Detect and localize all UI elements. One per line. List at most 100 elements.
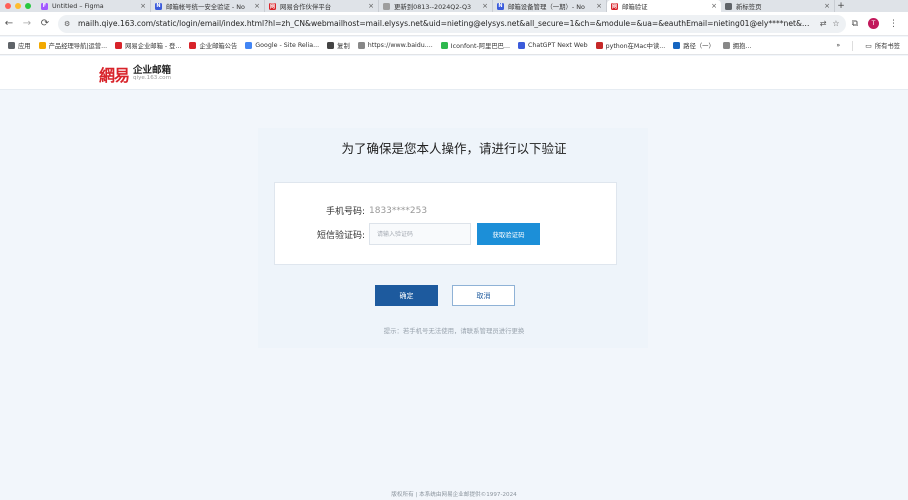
bookmark-favicon-icon — [595, 42, 603, 49]
browser-tab[interactable]: N 邮箱帐号统一安全验证 - No × — [151, 0, 265, 12]
bookmark-favicon-icon — [189, 42, 197, 49]
all-bookmarks-button[interactable]: ▭ 所有书签 — [865, 41, 900, 51]
bookmark-item[interactable]: 拥抱... — [722, 41, 752, 50]
logo-title: 企业邮箱 — [133, 64, 172, 76]
bookmark-item[interactable]: 网易企业邮箱 - 登... — [115, 41, 181, 50]
tab-label: 邮箱设备管理（一期）- No — [508, 2, 585, 11]
tab-close-icon[interactable]: × — [482, 2, 488, 10]
bookmark-favicon-icon — [440, 42, 448, 49]
tab-close-icon[interactable]: × — [596, 2, 602, 10]
tab-label: Untitled – Figma — [52, 2, 104, 10]
netease-logo[interactable]: 網易 企业邮箱 qiye.163.com — [99, 62, 171, 86]
bookmark-item[interactable]: ChatGPT Next Web — [517, 42, 588, 49]
bookmark-item[interactable]: 应用 — [8, 41, 31, 50]
browser-tab[interactable]: 新标签页 × — [721, 0, 835, 12]
page-title: 为了确保是您本人操作，请进行以下验证 — [341, 141, 567, 156]
menu-icon[interactable]: ⋮ — [889, 19, 898, 29]
bookmark-label: 复制 — [337, 43, 350, 50]
bookmark-label: Iconfont-阿里巴巴... — [450, 43, 510, 50]
tab-label: 新标签页 — [736, 2, 762, 11]
bookmark-label: 拥抱... — [732, 43, 752, 50]
bookmark-favicon-icon — [722, 42, 730, 49]
tabs: F Untitled – Figma × N 邮箱帐号统一安全验证 - No × 网网易合作… — [37, 0, 835, 12]
more-bookmarks-icon[interactable]: » — [836, 42, 840, 49]
code-row: 短信验证码: 获取验证码 — [275, 223, 540, 245]
tab-label: 邮箱验证 — [622, 2, 648, 11]
sms-code-input[interactable] — [369, 223, 471, 245]
logo-domain: qiye.163.com — [133, 75, 172, 82]
bookmark-label: 应用 — [18, 43, 31, 50]
tab-close-icon[interactable]: × — [254, 2, 260, 10]
reload-icon[interactable]: ⟳ — [36, 18, 54, 29]
profile-avatar[interactable]: T — [868, 18, 879, 29]
bookmark-item[interactable]: 复制 — [327, 41, 350, 50]
page-header: 網易 企业邮箱 qiye.163.com — [0, 56, 908, 90]
address-bar[interactable]: ⚙ mailh.qiye.163.com/static/login/email/… — [58, 14, 846, 33]
tab-favicon-icon — [383, 2, 390, 10]
bookmark-favicon-icon — [115, 42, 123, 49]
divider — [852, 40, 854, 51]
bookmark-favicon-icon — [327, 42, 335, 49]
confirm-button[interactable]: 确定 — [375, 285, 438, 306]
browser-tab[interactable]: 网邮箱验证 × — [607, 0, 721, 12]
bookmark-favicon-icon — [673, 42, 681, 49]
url-text[interactable]: mailh.qiye.163.com/static/login/email/in… — [78, 19, 814, 28]
bookmark-favicon-icon — [8, 42, 15, 49]
bookmark-label: python在Mac中读... — [605, 43, 666, 50]
phone-value: 1833****253 — [369, 205, 428, 216]
bookmark-item[interactable]: Google - Site Relia... — [245, 42, 319, 49]
bookmark-label: 路径（一） — [683, 43, 715, 50]
tab-favicon-icon: N — [155, 2, 162, 10]
get-code-button[interactable]: 获取验证码 — [477, 223, 540, 245]
browser-tab[interactable]: 更新到0813--2024Q2-Q3 × — [379, 0, 493, 12]
minimize-window-icon[interactable] — [15, 3, 21, 9]
tab-label: 邮箱帐号统一安全验证 - No — [166, 2, 245, 11]
tab-close-icon[interactable]: × — [711, 2, 717, 10]
tab-favicon-icon: F — [41, 2, 48, 10]
bookmark-item[interactable]: Iconfont-阿里巴巴... — [440, 41, 510, 50]
back-icon[interactable]: ← — [0, 18, 18, 29]
folder-icon: ▭ — [865, 41, 872, 50]
window-controls — [0, 3, 37, 9]
maximize-window-icon[interactable] — [25, 3, 31, 9]
code-label: 短信验证码: — [316, 230, 365, 241]
hint-text: 提示：若手机号无法使用，请联系管理员进行更换 — [383, 327, 525, 335]
bookmark-label: 网易企业邮箱 - 登... — [125, 43, 182, 50]
bookmark-label: 企业邮箱公告 — [199, 43, 238, 50]
translate-icon[interactable]: ⇄ — [820, 19, 827, 28]
verify-form: 手机号码: 1833****253 短信验证码: 获取验证码 — [274, 182, 617, 265]
all-bookmarks-label: 所有书签 — [874, 43, 900, 50]
site-info-icon[interactable]: ⚙ — [64, 20, 74, 28]
tab-close-icon[interactable]: × — [140, 2, 146, 10]
bookmark-item[interactable]: python在Mac中读... — [595, 41, 666, 50]
bookmark-item[interactable]: https://www.baidu.... — [357, 42, 433, 49]
logo-mark: 網易 — [99, 66, 130, 85]
bookmark-favicon-icon — [357, 42, 365, 49]
tab-favicon-icon: N — [497, 2, 504, 10]
new-tab-button[interactable]: + — [835, 1, 847, 11]
browser-tab[interactable]: 网网易合作伙伴平台 × — [265, 0, 379, 12]
tab-close-icon[interactable]: × — [824, 2, 830, 10]
bookmark-label: 产品经理导航|运营... — [48, 43, 108, 50]
bookmarks-bar: 应用 产品经理导航|运营... 网易企业邮箱 - 登... 企业邮箱公告 Google … — [0, 37, 908, 55]
bookmark-item[interactable]: 产品经理导航|运营... — [38, 41, 108, 50]
phone-label: 手机号码: — [325, 207, 365, 217]
bookmark-item[interactable]: 路径（一） — [673, 41, 715, 50]
cancel-button[interactable]: 取消 — [452, 285, 515, 306]
bookmark-favicon-icon — [517, 42, 525, 49]
bookmark-star-icon[interactable]: ☆ — [832, 19, 839, 28]
tab-close-icon[interactable]: × — [368, 2, 374, 10]
bookmark-favicon-icon — [38, 42, 46, 49]
tab-label: 网易合作伙伴平台 — [280, 2, 332, 11]
close-window-icon[interactable] — [5, 3, 11, 9]
footer-text: 版权所有 | 本系统由网易企业邮提供©1997-2024 — [391, 492, 517, 498]
browser-tab[interactable]: F Untitled – Figma × — [37, 0, 151, 12]
bookmark-favicon-icon — [245, 42, 253, 49]
phone-row: 手机号码: 1833****253 — [275, 204, 428, 218]
browser-tab[interactable]: N 邮箱设备管理（一期）- No × — [493, 0, 607, 12]
extensions-icon[interactable]: ⧉ — [852, 19, 858, 29]
forward-icon[interactable]: → — [18, 18, 36, 29]
bookmark-label: Google - Site Relia... — [255, 42, 320, 49]
bookmark-item[interactable]: 企业邮箱公告 — [189, 41, 237, 50]
tab-strip: F Untitled – Figma × N 邮箱帐号统一安全验证 - No × 网网易合作… — [0, 0, 908, 12]
